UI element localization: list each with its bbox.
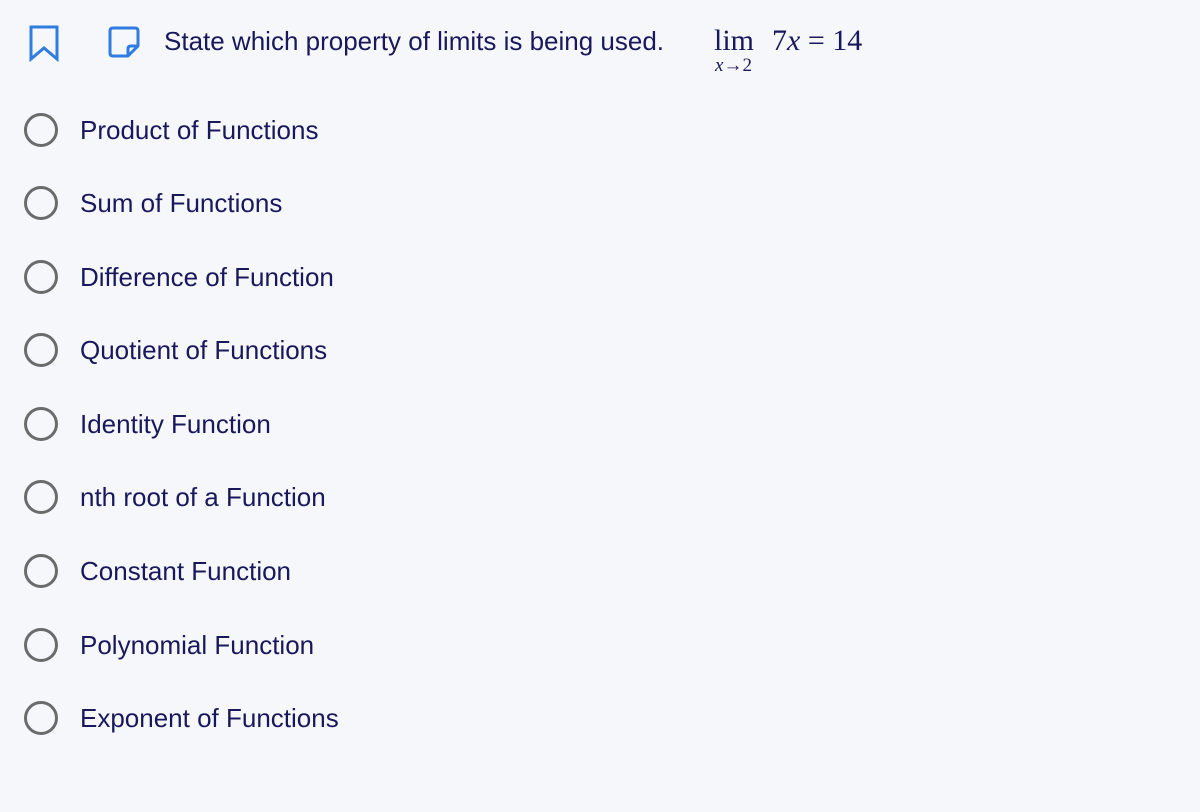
option-label: Exponent of Functions	[80, 703, 339, 733]
radio-button[interactable]	[24, 407, 58, 441]
question-text: State which property of limits is being …	[164, 26, 665, 56]
subscript-value: 2	[742, 55, 752, 76]
option-polynomial-function[interactable]: Polynomial Function	[22, 626, 622, 670]
limit-equals: =	[807, 24, 825, 57]
radio-button[interactable]	[24, 554, 58, 588]
option-exponent-of-functions[interactable]: Exponent of Functions	[22, 699, 622, 743]
radio-button[interactable]	[24, 701, 58, 735]
radio-button[interactable]	[24, 628, 58, 662]
option-label: Identity Function	[80, 409, 271, 439]
limit-expression: lim 7x = 14 x→2	[712, 20, 912, 80]
option-label: Difference of Function	[80, 262, 334, 292]
option-product-of-functions[interactable]: Product of Functions	[22, 111, 622, 155]
limit-coefficient: 7	[772, 24, 787, 57]
option-difference-of-function[interactable]: Difference of Function	[22, 258, 622, 302]
option-constant-function[interactable]: Constant Function	[22, 552, 622, 596]
option-label: Product of Functions	[80, 115, 319, 145]
option-label: Constant Function	[80, 556, 292, 586]
subscript-arrow: →	[723, 55, 743, 76]
option-label: nth root of a Function	[80, 482, 326, 512]
limit-variable: x	[787, 24, 801, 57]
limit-operator: lim	[714, 24, 755, 57]
radio-button[interactable]	[24, 260, 58, 294]
option-sum-of-functions[interactable]: Sum of Functions	[22, 184, 622, 228]
radio-button[interactable]	[24, 333, 58, 367]
option-label: Quotient of Functions	[80, 335, 328, 365]
note-icon[interactable]	[107, 25, 141, 59]
limit-result: 14	[832, 24, 863, 57]
bookmark-icon[interactable]	[28, 24, 60, 62]
limit-subscript: x→2	[715, 55, 752, 77]
option-identity-function[interactable]: Identity Function	[22, 405, 622, 449]
option-label: Sum of Functions	[80, 188, 283, 218]
radio-button[interactable]	[24, 113, 58, 147]
radio-button[interactable]	[24, 480, 58, 514]
question-header: State which property of limits is being …	[0, 0, 1200, 90]
option-quotient-of-functions[interactable]: Quotient of Functions	[22, 331, 622, 375]
radio-button[interactable]	[24, 186, 58, 220]
limit-body: 7x = 14	[772, 23, 862, 59]
option-nth-root-of-a-function[interactable]: nth root of a Function	[22, 478, 622, 522]
option-label: Polynomial Function	[80, 630, 315, 660]
